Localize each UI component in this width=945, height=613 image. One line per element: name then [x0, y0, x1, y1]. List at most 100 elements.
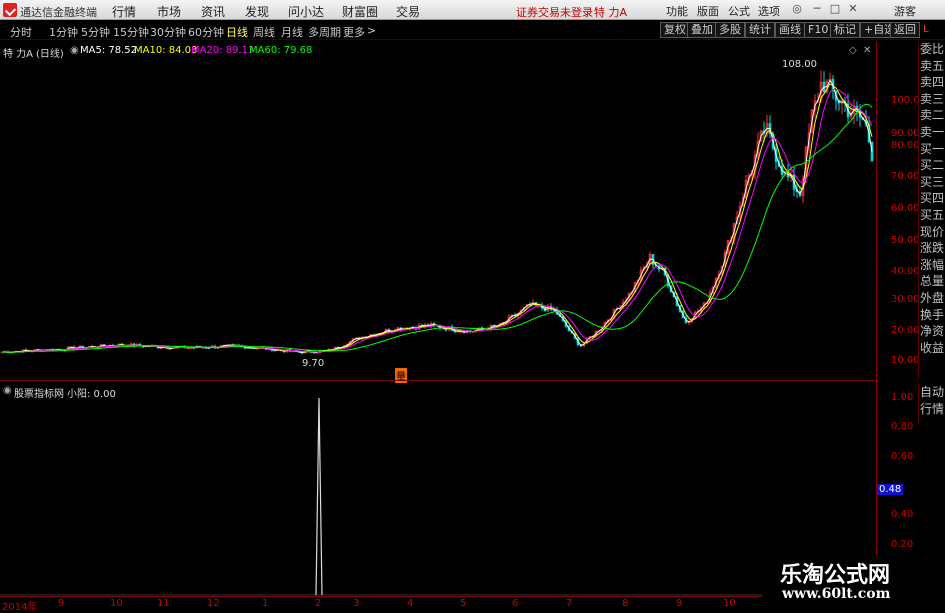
indicator-pane[interactable]: ◉ 股票指标网 小阳: 0.00 — [0, 380, 876, 596]
side-item[interactable]: 卖五 — [919, 58, 945, 75]
side-item[interactable]: 卖四 — [919, 74, 945, 91]
date-tick: 9 — [676, 598, 683, 609]
ma60-line — [1, 103, 873, 353]
side-item[interactable]: 外盘 — [919, 290, 945, 307]
menu-market[interactable]: 市场 — [157, 3, 181, 20]
close-icon[interactable]: ✕ — [846, 2, 860, 16]
side-item[interactable]: 总量 — [919, 273, 945, 290]
auto-quote-panel: 自动 行情 — [918, 384, 945, 424]
side-item[interactable]: 卖二 — [919, 107, 945, 124]
side-item[interactable]: 买四 — [919, 190, 945, 207]
chevron-right-icon[interactable]: > — [367, 24, 376, 37]
indicator-tick: 0.80 — [891, 421, 914, 432]
overlay-button[interactable]: 叠加 — [687, 22, 717, 38]
indicator-current-tick: 0.48 — [877, 484, 904, 495]
maximize-icon[interactable]: □ — [828, 2, 842, 16]
menu-discover[interactable]: 发现 — [245, 3, 269, 20]
date-tick: 5 — [460, 598, 467, 609]
side-item[interactable]: 委比 — [919, 41, 945, 58]
side-item[interactable]: 现价 — [919, 224, 945, 241]
side-item[interactable]: 收益 — [919, 340, 945, 357]
kline-chart[interactable]: 特 力A (日线) ◉ MA5: 78.52 MA10: 84.03 MA20:… — [0, 41, 876, 383]
period-5min[interactable]: 5分钟 — [81, 24, 110, 40]
minimize-icon[interactable]: ─ — [810, 2, 824, 16]
period-15min[interactable]: 15分钟 — [113, 24, 149, 40]
side-item[interactable]: 买三 — [919, 174, 945, 191]
side-item[interactable]: 换手 — [919, 307, 945, 324]
period-monthly[interactable]: 月线 — [281, 24, 303, 40]
multi-stock-button[interactable]: 多股 — [715, 22, 745, 38]
side-item[interactable]: 买二 — [919, 157, 945, 174]
indicator-svg — [0, 397, 876, 596]
period-1min[interactable]: 1分钟 — [49, 24, 78, 40]
side-item[interactable]: 卖一 — [919, 124, 945, 141]
side-item[interactable]: 买一 — [919, 141, 945, 158]
statistics-button[interactable]: 统计 — [745, 22, 775, 38]
menu-quotes[interactable]: 行情 — [112, 3, 136, 20]
date-tick: 9 — [58, 598, 65, 609]
app-logo-icon — [3, 3, 17, 17]
date-tick: 1 — [262, 598, 269, 609]
watermark: 乐淘公式网 www.60lt.com — [762, 555, 945, 609]
price-tick: 40.00 — [891, 266, 920, 277]
period-30min[interactable]: 30分钟 — [150, 24, 186, 40]
indicator-tick: 0.60 — [891, 451, 914, 462]
period-multi[interactable]: 多周期 — [308, 24, 341, 40]
indicator-tick: 0.40 — [891, 509, 914, 520]
title-stock: 特 力A — [594, 6, 628, 19]
toolbar-function[interactable]: 功能 — [666, 3, 688, 19]
side-item[interactable]: 净资 — [919, 323, 945, 340]
date-tick: 11 — [157, 598, 170, 609]
draw-line-button[interactable]: 画线 — [775, 22, 805, 38]
toolbar-formula[interactable]: 公式 — [728, 3, 750, 19]
period-60min[interactable]: 60分钟 — [188, 24, 224, 40]
date-tick: 2 — [315, 598, 322, 609]
date-tick: 8 — [622, 598, 629, 609]
side-item[interactable]: 涨跌 — [919, 240, 945, 257]
side-item[interactable]: 卖三 — [919, 91, 945, 108]
toolbar-layout[interactable]: 版面 — [697, 3, 719, 19]
date-tick: 6 — [512, 598, 519, 609]
toolbar-options[interactable]: 选项 — [758, 3, 780, 19]
back-button[interactable]: 返回 — [890, 22, 920, 38]
help-icon[interactable]: ◎ — [790, 2, 804, 16]
price-tick: 50.00 — [891, 235, 920, 246]
ma20-line — [1, 89, 873, 353]
side-item[interactable]: 行情 — [919, 401, 945, 418]
quote-side-panel: 委比 卖五 卖四 卖三 卖二 卖一 买一 买二 买三 买四 买五 现价 涨跌 涨… — [918, 41, 945, 380]
period-more[interactable]: 更多 — [343, 24, 365, 40]
guest-label[interactable]: 游客 — [894, 3, 916, 19]
price-axis: 100.00 90.00 80.00 70.00 60.00 50.00 40.… — [876, 41, 926, 380]
indicator-tick: 0.20 — [891, 539, 914, 550]
price-tick: 10.00 — [891, 355, 920, 366]
price-tick: 80.00 — [891, 140, 920, 151]
side-item[interactable]: 涨幅 — [919, 257, 945, 274]
price-tick: 20.00 — [891, 325, 920, 336]
side-item[interactable]: 自动 — [919, 384, 945, 401]
watermark-title: 乐淘公式网 — [780, 562, 891, 588]
date-tick: 10 — [723, 598, 736, 609]
menu-trade[interactable]: 交易 — [396, 3, 420, 20]
kline-svg — [0, 70, 874, 355]
menu-news[interactable]: 资讯 — [201, 3, 225, 20]
ma10-line — [1, 82, 873, 353]
date-tick: 12 — [207, 598, 220, 609]
f10-button[interactable]: F10 — [804, 22, 833, 38]
period-timeshare[interactable]: 分时 — [10, 24, 32, 40]
app-title: 通达信金融终端 — [20, 6, 97, 19]
period-daily[interactable]: 日线 — [226, 24, 248, 40]
menu-wealth[interactable]: 财富圈 — [342, 3, 378, 20]
title-bar: 通达信金融终端 行情 市场 资讯 发现 问小达 财富圈 交易 证券交易未登录 特… — [0, 0, 945, 20]
low-price-label: 9.70 — [302, 358, 325, 369]
adjust-button[interactable]: 复权 — [660, 22, 690, 38]
mark-button[interactable]: 标记 — [830, 22, 860, 38]
price-tick: 30.00 — [891, 294, 920, 305]
login-status: 证券交易未登录 — [516, 6, 593, 19]
date-tick: 3 — [353, 598, 360, 609]
side-item[interactable]: 买五 — [919, 207, 945, 224]
menu-ask[interactable]: 问小达 — [288, 3, 324, 20]
period-weekly[interactable]: 周线 — [253, 24, 275, 40]
indicator-tick: 1.00 — [891, 392, 914, 403]
date-tick: 10 — [110, 598, 123, 609]
period-bar: 分时 1分钟 5分钟 15分钟 30分钟 60分钟 日线 周线 月线 多周期 更… — [0, 20, 945, 40]
